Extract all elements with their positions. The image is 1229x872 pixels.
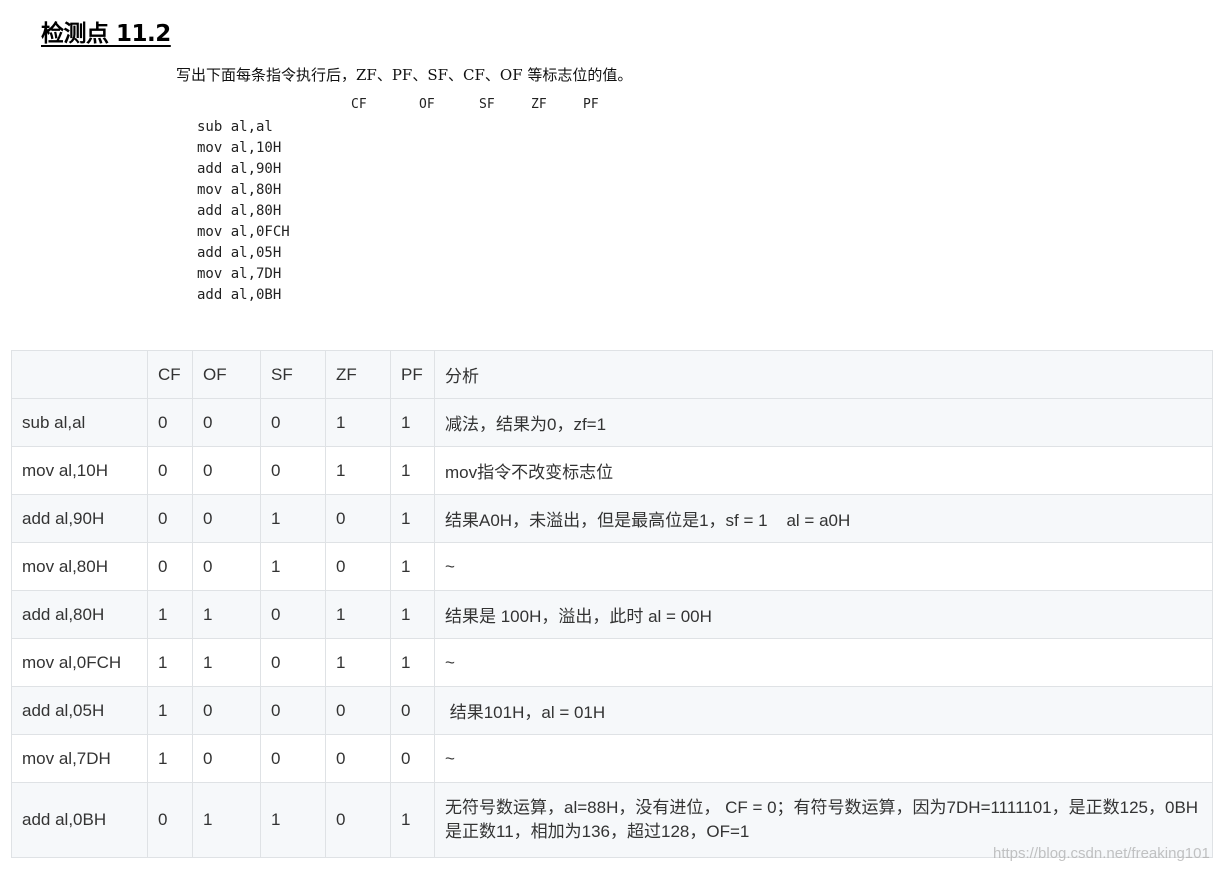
cell-analysis: ~ <box>434 734 1213 783</box>
cell-sf: 0 <box>260 686 326 735</box>
code-line: add al,0BH <box>197 287 282 303</box>
cell-sf: 0 <box>260 638 326 687</box>
cell-analysis: ~ <box>434 542 1213 591</box>
table-row: add al,05H 1 0 0 0 0 结果101H，al = 01H <box>11 686 1213 735</box>
cell-cf: 1 <box>147 734 193 783</box>
cell-sf: 1 <box>260 542 326 591</box>
cell-zf: 1 <box>325 446 391 495</box>
code-line: mov al,7DH <box>197 266 282 282</box>
cell-pf: 0 <box>390 686 435 735</box>
cell-zf: 1 <box>325 590 391 639</box>
code-line: mov al,80H <box>197 182 282 198</box>
cell-sf: 0 <box>260 446 326 495</box>
code-line: mov al,0FCH <box>197 224 290 240</box>
figure-flag-cf: CF <box>351 97 367 112</box>
cell-analysis: 结果A0H，未溢出，但是最高位是1，sf = 1 al = a0H <box>434 494 1213 543</box>
cell-cf: 0 <box>147 398 193 447</box>
instruction-list: sub al,al mov al,10H add al,90H mov al,8… <box>197 117 290 306</box>
figure-flag-sf: SF <box>479 97 495 112</box>
cell-cf: 0 <box>147 542 193 591</box>
cell-analysis: mov指令不改变标志位 <box>434 446 1213 495</box>
table-header-row: CF OF SF ZF PF 分析 <box>11 350 1213 399</box>
cell-of: 0 <box>192 446 261 495</box>
problem-statement: 写出下面每条指令执行后，ZF、PF、SF、CF、OF 等标志位的值。 <box>176 66 633 84</box>
cell-of: 0 <box>192 398 261 447</box>
table-row: sub al,al 0 0 0 1 1 减法，结果为0，zf=1 <box>11 398 1213 447</box>
code-line: sub al,al <box>197 119 273 135</box>
header-instruction <box>11 350 148 399</box>
cell-pf: 1 <box>390 782 435 858</box>
cell-analysis: 结果101H，al = 01H <box>434 686 1213 735</box>
header-cf: CF <box>147 350 193 399</box>
cell-of: 1 <box>192 590 261 639</box>
header-of: OF <box>192 350 261 399</box>
header-analysis: 分析 <box>434 350 1213 399</box>
flags-answer-table: CF OF SF ZF PF 分析 sub al,al 0 0 0 1 1 减法… <box>11 350 1213 858</box>
cell-of: 0 <box>192 686 261 735</box>
cell-pf: 1 <box>390 446 435 495</box>
cell-instruction: mov al,7DH <box>11 734 148 783</box>
cell-instruction: add al,80H <box>11 590 148 639</box>
header-pf: PF <box>390 350 435 399</box>
table-row: mov al,7DH 1 0 0 0 0 ~ <box>11 734 1213 783</box>
cell-sf: 0 <box>260 590 326 639</box>
table-row: mov al,80H 0 0 1 0 1 ~ <box>11 542 1213 591</box>
cell-sf: 0 <box>260 734 326 783</box>
figure-flag-pf: PF <box>583 97 599 112</box>
header-sf: SF <box>260 350 326 399</box>
cell-pf: 1 <box>390 542 435 591</box>
cell-instruction: mov al,10H <box>11 446 148 495</box>
cell-zf: 0 <box>325 542 391 591</box>
cell-zf: 0 <box>325 782 391 858</box>
table-row: add al,80H 1 1 0 1 1 结果是 100H，溢出，此时 al =… <box>11 590 1213 639</box>
cell-zf: 0 <box>325 734 391 783</box>
cell-of: 0 <box>192 494 261 543</box>
cell-zf: 0 <box>325 494 391 543</box>
cell-sf: 1 <box>260 494 326 543</box>
cell-cf: 1 <box>147 590 193 639</box>
cell-cf: 1 <box>147 686 193 735</box>
cell-pf: 0 <box>390 734 435 783</box>
code-line: add al,90H <box>197 161 282 177</box>
cell-pf: 1 <box>390 590 435 639</box>
cell-of: 1 <box>192 782 261 858</box>
cell-cf: 0 <box>147 494 193 543</box>
cell-sf: 1 <box>260 782 326 858</box>
cell-analysis: 结果是 100H，溢出，此时 al = 00H <box>434 590 1213 639</box>
cell-zf: 1 <box>325 398 391 447</box>
page-heading: 检测点 11.2 <box>41 21 171 47</box>
cell-analysis: 减法，结果为0，zf=1 <box>434 398 1213 447</box>
cell-instruction: sub al,al <box>11 398 148 447</box>
cell-pf: 1 <box>390 494 435 543</box>
cell-zf: 0 <box>325 686 391 735</box>
cell-instruction: add al,0BH <box>11 782 148 858</box>
cell-analysis: ~ <box>434 638 1213 687</box>
cell-of: 0 <box>192 542 261 591</box>
cell-cf: 0 <box>147 782 193 858</box>
cell-instruction: mov al,0FCH <box>11 638 148 687</box>
cell-of: 0 <box>192 734 261 783</box>
cell-instruction: mov al,80H <box>11 542 148 591</box>
figure-flag-headers: CF OF SF ZF PF <box>0 97 700 115</box>
table-row: mov al,0FCH 1 1 0 1 1 ~ <box>11 638 1213 687</box>
code-line: mov al,10H <box>197 140 282 156</box>
code-line: add al,05H <box>197 245 282 261</box>
figure-flag-of: OF <box>419 97 435 112</box>
cell-cf: 1 <box>147 638 193 687</box>
cell-instruction: add al,05H <box>11 686 148 735</box>
header-zf: ZF <box>325 350 391 399</box>
table-row: add al,90H 0 0 1 0 1 结果A0H，未溢出，但是最高位是1，s… <box>11 494 1213 543</box>
cell-cf: 0 <box>147 446 193 495</box>
cell-sf: 0 <box>260 398 326 447</box>
table-row: mov al,10H 0 0 0 1 1 mov指令不改变标志位 <box>11 446 1213 495</box>
cell-pf: 1 <box>390 638 435 687</box>
watermark: https://blog.csdn.net/freaking101 <box>993 845 1210 862</box>
code-line: add al,80H <box>197 203 282 219</box>
cell-instruction: add al,90H <box>11 494 148 543</box>
cell-pf: 1 <box>390 398 435 447</box>
cell-of: 1 <box>192 638 261 687</box>
cell-zf: 1 <box>325 638 391 687</box>
figure-flag-zf: ZF <box>531 97 547 112</box>
